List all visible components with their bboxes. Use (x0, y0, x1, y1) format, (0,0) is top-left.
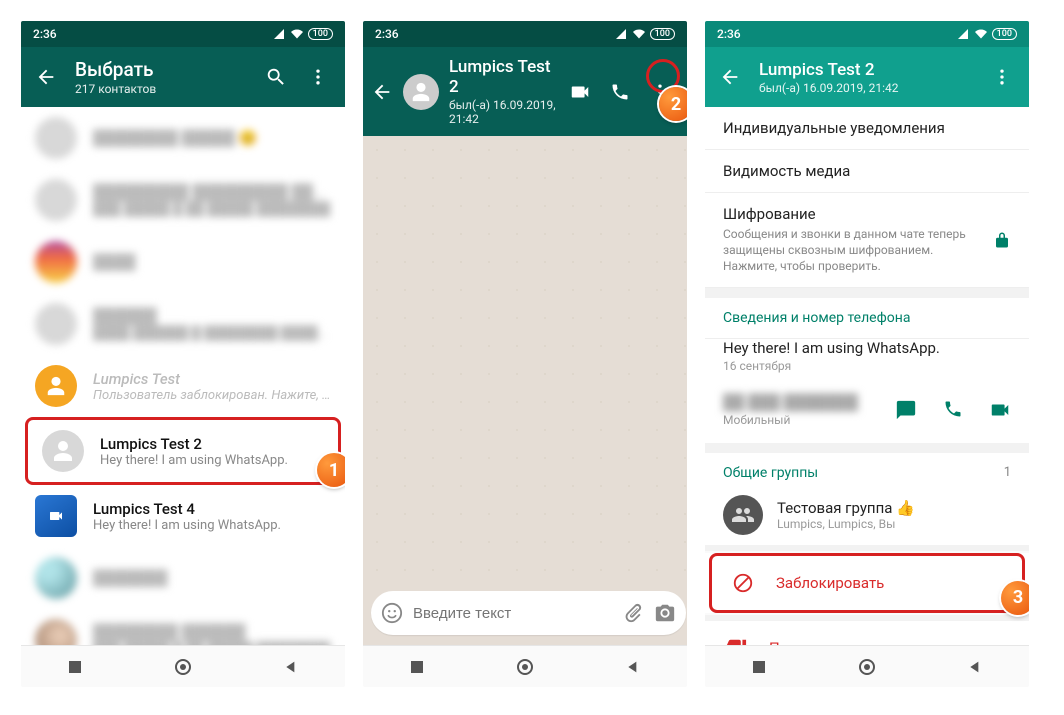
contact-row[interactable]: ██████████ ██████ █ ████████ █████████ (21, 293, 345, 355)
status-right: 100 (956, 28, 1017, 40)
more-icon[interactable] (307, 66, 329, 88)
phone-type: Мобильный (723, 413, 858, 427)
header-title: Выбрать (75, 58, 247, 81)
status-right: 100 (614, 28, 675, 40)
block-label: Заблокировать (776, 574, 884, 592)
status-bar: 2:36 100 (363, 21, 687, 47)
contact-status: Пользователь заблокирован. Нажите, ч... (93, 388, 331, 403)
contact-name: Lumpics Test 4 (93, 500, 331, 518)
emoji-icon[interactable] (381, 602, 403, 624)
about-date: 16 сентября (723, 359, 1011, 373)
nav-back-icon[interactable] (967, 659, 983, 675)
status-time: 2:36 (717, 27, 741, 41)
contact-name: Lumpics Test 2 (100, 435, 324, 453)
avatar[interactable] (403, 74, 439, 110)
android-nav (705, 645, 1029, 687)
callout-3: 3 (1001, 581, 1029, 615)
battery-pct: 100 (650, 28, 675, 40)
back-icon[interactable] (35, 66, 57, 88)
status-right: 100 (272, 28, 333, 40)
video-call-icon[interactable] (569, 81, 591, 103)
status-time: 2:36 (375, 27, 399, 41)
callout-1: 1 (317, 453, 345, 487)
contact-list: ████████ █████ 😊 █████████ █████████ ███… (21, 107, 345, 645)
media-row[interactable]: Видимость медиа (705, 150, 1029, 193)
info-subtitle: был(-а) 16.09.2019, 21:42 (759, 81, 973, 95)
chat-title-area[interactable]: Lumpics Test 2 был(-а) 16.09.2019, 21:42 (449, 57, 559, 126)
groups-count: 1 (1004, 465, 1011, 480)
group-row[interactable]: Тестовая группа 👍 Lumpics, Lumpics, Вы (705, 485, 1029, 545)
battery-pct: 100 (308, 28, 333, 40)
chat-subtitle: был(-а) 16.09.2019, 21:42 (449, 98, 559, 126)
about-heading: Сведения и номер телефона (705, 298, 1029, 339)
report-button[interactable]: Пожаловаться на контакт (705, 621, 1029, 645)
back-icon[interactable] (371, 81, 393, 103)
contact-row[interactable]: ████ (21, 231, 345, 293)
nav-recent-icon[interactable] (67, 659, 83, 675)
attach-icon[interactable] (622, 602, 644, 624)
android-nav (363, 645, 687, 687)
chat-area (363, 136, 687, 585)
report-label: Пожаловаться на контакт (769, 639, 953, 645)
nav-back-icon[interactable] (625, 659, 641, 675)
nav-recent-icon[interactable] (409, 659, 425, 675)
back-icon[interactable] (719, 66, 741, 88)
contact-row[interactable]: ████████ █████████ █████ █ ██ █████ ████… (21, 609, 345, 645)
phone-contacts: 2:36 100 Выбрать 217 контактов ████████ … (20, 20, 346, 688)
phone-contact-info: 2:36 100 Lumpics Test 2 был(-а) 16.09.20… (704, 20, 1030, 688)
info-content: Индивидуальные уведомления Видимость мед… (705, 107, 1029, 645)
phone-chat: 2:36 100 Lumpics Test 2 был(-а) 16.09.20… (362, 20, 688, 688)
status-time: 2:36 (33, 27, 57, 41)
groups-heading: Общие группы 1 (705, 453, 1029, 485)
camera-icon[interactable] (654, 602, 676, 624)
status-bar: 2:36 100 (705, 21, 1029, 47)
encryption-row[interactable]: Шифрование Сообщения и звонки в данном ч… (705, 193, 1029, 288)
android-nav (21, 645, 345, 687)
callout-2: 2 (659, 87, 688, 121)
about-status: Hey there! I am using WhatsApp. (723, 339, 1011, 357)
chat-title: Lumpics Test 2 (449, 57, 559, 97)
group-members: Lumpics, Lumpics, Вы (777, 517, 915, 531)
block-icon (732, 572, 754, 594)
info-title: Lumpics Test 2 (759, 60, 973, 80)
contact-row[interactable]: █████████ █████████ █████████ █████ █ ██… (21, 169, 345, 231)
nav-home-icon[interactable] (858, 658, 876, 676)
status-bar: 2:36 100 (21, 21, 345, 47)
app-bar: Выбрать 217 контактов (21, 47, 345, 107)
search-icon[interactable] (265, 66, 287, 88)
info-app-bar: Lumpics Test 2 был(-а) 16.09.2019, 21:42 (705, 47, 1029, 107)
contact-status: Hey there! I am using WhatsApp. (100, 453, 324, 468)
block-button[interactable]: Заблокировать (709, 553, 1025, 613)
group-name: Тестовая группа 👍 (777, 499, 915, 517)
contact-name: Lumpics Test (93, 370, 331, 388)
nav-recent-icon[interactable] (751, 659, 767, 675)
lock-icon (993, 231, 1011, 249)
contact-row[interactable]: ███████ (21, 547, 345, 609)
more-icon[interactable] (991, 66, 1013, 88)
call-icon[interactable] (943, 399, 963, 421)
nav-home-icon[interactable] (174, 658, 192, 676)
message-input[interactable] (413, 605, 612, 622)
header-subtitle: 217 контактов (75, 82, 247, 96)
chat-input-row (363, 585, 687, 645)
nav-home-icon[interactable] (516, 658, 534, 676)
notifications-row[interactable]: Индивидуальные уведомления (705, 107, 1029, 150)
contact-row-target[interactable]: Lumpics Test 2 Hey there! I am using Wha… (25, 417, 341, 485)
nav-back-icon[interactable] (283, 659, 299, 675)
voice-call-icon[interactable] (609, 81, 631, 103)
contact-row[interactable]: Lumpics Test 4 Hey there! I am using Wha… (21, 485, 345, 547)
message-icon[interactable] (895, 399, 917, 421)
thumbs-down-icon (725, 637, 747, 645)
chat-input[interactable] (371, 591, 686, 635)
chat-app-bar: Lumpics Test 2 был(-а) 16.09.2019, 21:42 (363, 47, 687, 136)
video-icon[interactable] (989, 399, 1011, 421)
battery-pct: 100 (992, 28, 1017, 40)
contact-status: Hey there! I am using WhatsApp. (93, 518, 331, 533)
contact-row-blocked[interactable]: Lumpics Test Пользователь заблокирован. … (21, 355, 345, 417)
contact-row[interactable]: ████████ █████ 😊 (21, 107, 345, 169)
